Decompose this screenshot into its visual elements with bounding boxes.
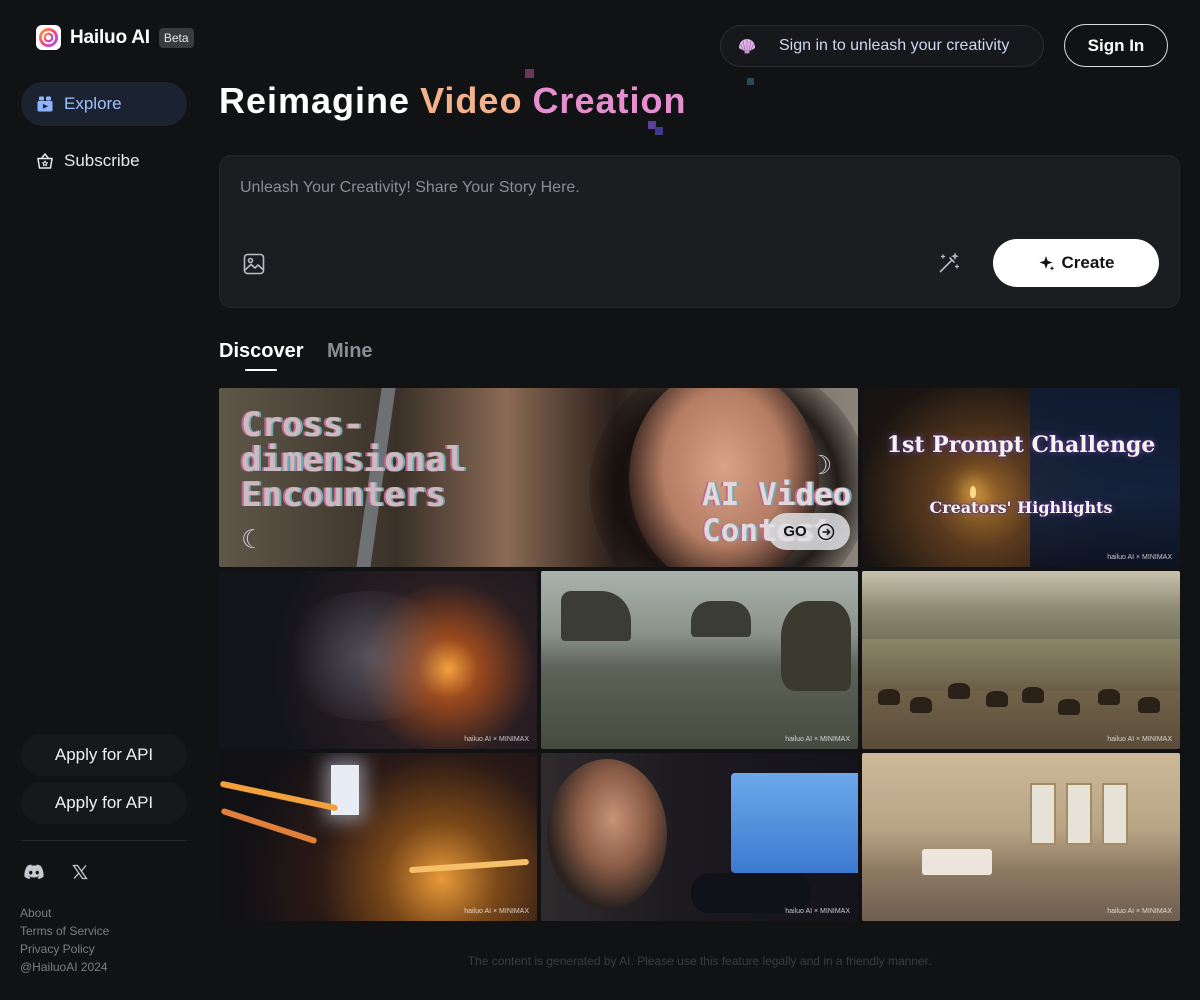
nav-item-subscribe[interactable]: Subscribe: [21, 139, 187, 183]
create-button[interactable]: Create: [993, 239, 1159, 287]
sign-in-button[interactable]: Sign In: [1064, 24, 1168, 67]
brand-logo[interactable]: Hailuo AI Beta: [36, 25, 194, 50]
footer-links: About Terms of Service Privacy Policy @H…: [20, 904, 109, 976]
about-link[interactable]: About: [20, 904, 109, 922]
smoke: [279, 591, 459, 721]
moon-right-icon: ☽: [809, 450, 833, 480]
go-label: GO: [783, 523, 807, 540]
signin-prompt-text: Sign in to unleash your creativity: [779, 37, 1010, 54]
prompt-input[interactable]: [240, 176, 1140, 200]
arrow-right-circle-icon: [817, 523, 835, 541]
decor-pixel: [525, 69, 534, 78]
horse: [986, 691, 1008, 707]
explore-icon: [36, 95, 54, 113]
beta-badge: Beta: [158, 27, 194, 48]
light-streak: [219, 780, 339, 812]
creature: [781, 601, 851, 691]
palace-window: [1030, 783, 1056, 845]
watermark: hailuo AI × MINIMAX: [785, 736, 850, 743]
x-icon[interactable]: [66, 858, 94, 886]
discord-icon[interactable]: [20, 858, 48, 886]
apply-api-button-secondary[interactable]: Apply for API: [21, 782, 187, 824]
banner-title: Cross-dimensional Encounters: [241, 405, 467, 515]
child: [547, 759, 667, 909]
watermark: hailuo AI × MINIMAX: [464, 736, 529, 743]
light-streak: [220, 807, 318, 845]
sidebar-divider: [21, 840, 187, 841]
monitor: [731, 773, 858, 873]
watermark: hailuo AI × MINIMAX: [464, 908, 529, 915]
horse: [1058, 699, 1080, 715]
decor-pixel: [747, 78, 754, 85]
copyright: @HailuoAI 2024: [20, 960, 108, 974]
horse: [910, 697, 932, 713]
sidebar: Hailuo AI Beta Explore Subscribe Apply f…: [0, 0, 200, 1000]
video-card-gamer[interactable]: hailuo AI × MINIMAX: [541, 753, 858, 921]
challenge-title: 1st Prompt Challenge: [886, 432, 1156, 458]
page-title: Reimagine Video Creation: [219, 80, 686, 122]
rock: [561, 591, 631, 641]
horse: [1022, 687, 1044, 703]
horse: [1098, 689, 1120, 705]
shell-icon: [737, 36, 757, 56]
title-word-creation: Creation: [532, 80, 687, 121]
nav-item-label: Subscribe: [64, 151, 140, 170]
title-word-video: Video: [420, 80, 523, 121]
challenge-window: [1030, 388, 1180, 567]
signin-prompt-pill[interactable]: Sign in to unleash your creativity: [720, 25, 1044, 67]
palace-window: [1102, 783, 1128, 845]
hailuo-logo-icon: [36, 25, 61, 50]
watermark: hailuo AI × MINIMAX: [1107, 554, 1172, 561]
horse: [1138, 697, 1160, 713]
sparkle-icon: [1038, 254, 1056, 272]
tab-mine[interactable]: Mine: [327, 340, 373, 363]
watermark: hailuo AI × MINIMAX: [785, 908, 850, 915]
rock: [691, 601, 751, 637]
terms-link[interactable]: Terms of Service: [20, 922, 109, 940]
video-card-palace[interactable]: hailuo AI × MINIMAX: [862, 753, 1180, 921]
decor-pixel: [655, 127, 663, 135]
nav-item-label: Explore: [64, 94, 122, 113]
nav-item-explore[interactable]: Explore: [21, 82, 187, 126]
prompt-challenge-card[interactable]: 1st Prompt Challenge Creators' Highlight…: [862, 388, 1180, 567]
horse: [948, 683, 970, 699]
create-label: Create: [1061, 253, 1115, 272]
light-streak: [408, 858, 530, 874]
video-card-fire[interactable]: hailuo AI × MINIMAX: [219, 571, 537, 749]
moon-left-icon: ☾: [241, 524, 265, 554]
image-upload-icon[interactable]: [242, 252, 266, 276]
ai-disclaimer: The content is generated by AI. Please u…: [467, 954, 932, 968]
privacy-link[interactable]: Privacy Policy: [20, 940, 109, 958]
candle-light: [970, 486, 976, 498]
cliff: [862, 639, 1180, 691]
magic-wand-icon[interactable]: [937, 251, 961, 275]
watermark: hailuo AI × MINIMAX: [1107, 908, 1172, 915]
prompt-box: Create: [219, 155, 1180, 308]
video-card-city[interactable]: hailuo AI × MINIMAX: [219, 753, 537, 921]
tab-discover[interactable]: Discover: [219, 340, 304, 363]
go-button[interactable]: GO: [768, 513, 850, 550]
video-card-horses[interactable]: hailuo AI × MINIMAX: [862, 571, 1180, 749]
apply-api-button[interactable]: Apply for API: [21, 734, 187, 776]
contest-banner[interactable]: Cross-dimensional Encounters AI Video Co…: [219, 388, 858, 567]
challenge-subtitle: Creators' Highlights: [929, 498, 1113, 517]
active-tab-indicator: [245, 369, 277, 371]
basket-icon: [36, 152, 54, 170]
gamepad: [691, 873, 811, 913]
watermark: hailuo AI × MINIMAX: [1107, 736, 1172, 743]
horse: [878, 689, 900, 705]
video-card-desert[interactable]: hailuo AI × MINIMAX: [541, 571, 858, 749]
title-word-reimagine: Reimagine: [219, 80, 411, 121]
palace-window: [1066, 783, 1092, 845]
brand-name: Hailuo AI: [70, 26, 150, 48]
bed: [922, 849, 992, 875]
